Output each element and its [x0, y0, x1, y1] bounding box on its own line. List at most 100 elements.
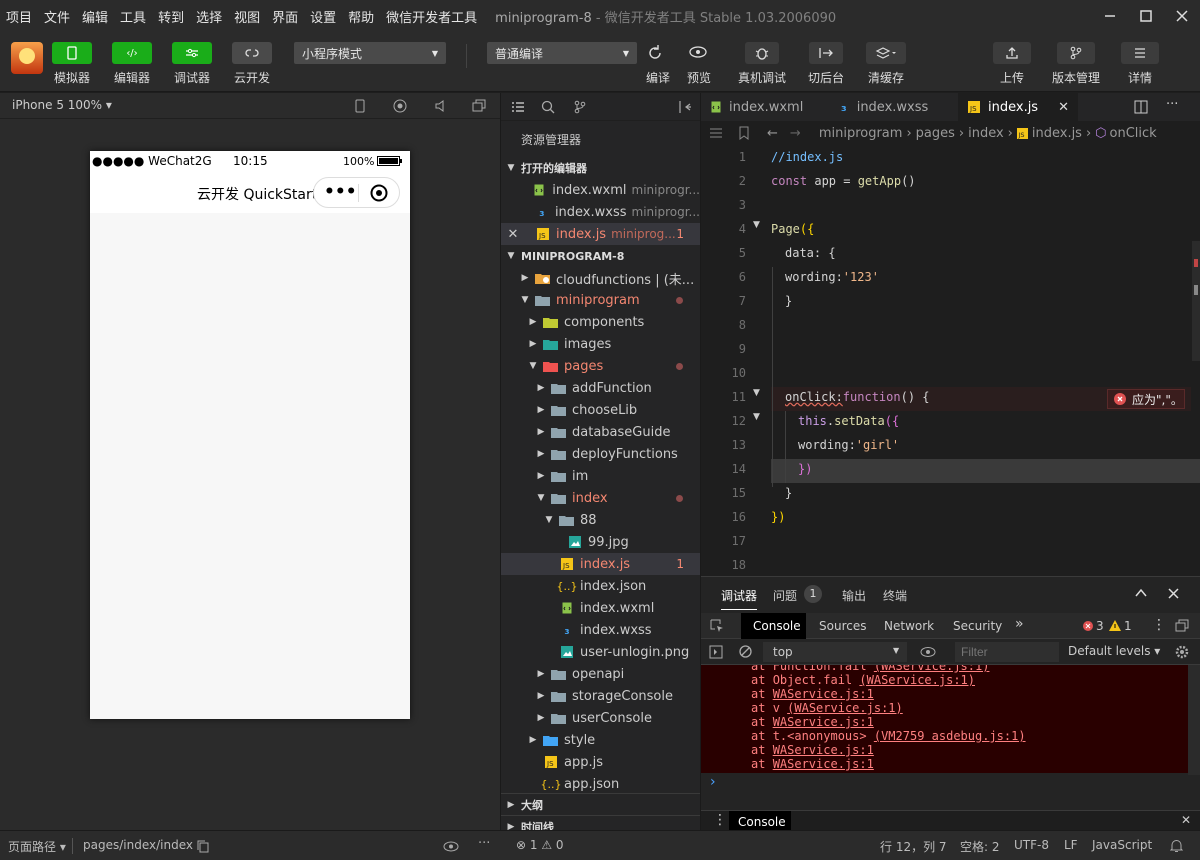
- tab-terminal[interactable]: 终端: [883, 587, 907, 604]
- tab-problems[interactable]: 问题: [773, 587, 797, 604]
- bell-icon[interactable]: [1170, 839, 1183, 853]
- editor-button[interactable]: ‹/›: [112, 42, 152, 64]
- console-scrollbar[interactable]: [1188, 665, 1200, 775]
- tree-pages[interactable]: ▼ pages: [501, 355, 700, 377]
- tree-openapi[interactable]: ▶ openapi: [501, 663, 700, 685]
- tree-style[interactable]: ▶ style: [501, 729, 700, 751]
- menu-view[interactable]: 视图: [228, 7, 266, 26]
- close-tab-icon[interactable]: ✕: [1058, 100, 1069, 115]
- fold-chevron-icon[interactable]: ▼: [753, 220, 760, 230]
- version-button[interactable]: [1057, 42, 1095, 64]
- clear-cache-button[interactable]: [866, 42, 906, 64]
- tree-index-folder[interactable]: ▼ index: [501, 487, 700, 509]
- menu-edit[interactable]: 编辑: [76, 7, 114, 26]
- more-tabs-icon[interactable]: »: [1015, 616, 1024, 632]
- upload-button[interactable]: [993, 42, 1031, 64]
- drawer-close-icon[interactable]: ✕: [1181, 813, 1191, 827]
- menu-interface[interactable]: 界面: [266, 7, 304, 26]
- menu-tools[interactable]: 工具: [114, 7, 152, 26]
- preview-button[interactable]: [688, 44, 712, 64]
- avatar[interactable]: [11, 42, 43, 74]
- fold-chevron-icon[interactable]: ▼: [753, 388, 760, 398]
- fold-chevron-icon[interactable]: ▼: [753, 412, 760, 422]
- menu-settings[interactable]: 设置: [304, 7, 342, 26]
- background-button[interactable]: [809, 42, 843, 64]
- language-mode[interactable]: JavaScript: [1092, 838, 1152, 852]
- stack-source-link[interactable]: (WAService.js:1): [859, 673, 975, 687]
- stack-source-link[interactable]: WAService.js:1: [773, 715, 874, 729]
- close-miniprogram-icon[interactable]: [370, 184, 388, 202]
- tab-index-wxss[interactable]: ₃ index.wxss: [831, 93, 958, 121]
- breadcrumb-item[interactable]: pages: [916, 126, 955, 141]
- more-dots-button[interactable]: •••: [324, 182, 357, 202]
- settings-gear-icon[interactable]: [1175, 645, 1189, 659]
- search-icon[interactable]: [541, 100, 555, 114]
- menu-project[interactable]: 项目: [0, 7, 38, 26]
- open-editors-header[interactable]: ▼ 打开的编辑器: [501, 157, 700, 179]
- back-arrow-icon[interactable]: ←: [767, 126, 778, 141]
- filter-text-field[interactable]: [955, 642, 1059, 662]
- breadcrumb-item[interactable]: miniprogram: [819, 126, 903, 141]
- drawer-menu-icon[interactable]: ⋮: [713, 812, 727, 828]
- close-icon[interactable]: ✕: [503, 227, 523, 242]
- stack-source-link[interactable]: WAService.js:1: [773, 687, 874, 701]
- copy-icon[interactable]: [197, 840, 209, 853]
- simulator-button[interactable]: [52, 42, 92, 64]
- open-file-index-wxml[interactable]: index.wxml miniprogr...: [501, 179, 700, 201]
- volume-icon[interactable]: [434, 99, 448, 113]
- stack-source-link[interactable]: WAService.js:1: [773, 743, 874, 757]
- filter-input[interactable]: [955, 642, 1059, 662]
- end-of-line[interactable]: LF: [1064, 838, 1078, 852]
- stack-source-link[interactable]: WAService.js:1: [773, 757, 874, 771]
- more-actions-icon[interactable]: ···: [478, 836, 490, 851]
- maximize-button[interactable]: [1128, 0, 1164, 32]
- tree-im[interactable]: ▶ im: [501, 465, 700, 487]
- details-button[interactable]: [1121, 42, 1159, 64]
- breadcrumb-item[interactable]: index: [968, 126, 1004, 141]
- encoding[interactable]: UTF-8: [1014, 838, 1049, 852]
- project-header[interactable]: ▼ MINIPROGRAM-8: [501, 245, 700, 267]
- breadcrumb-item[interactable]: onClick: [1110, 126, 1157, 141]
- split-editor-icon[interactable]: [1134, 100, 1148, 114]
- eye-icon[interactable]: [920, 646, 936, 658]
- tree-storageConsole[interactable]: ▶ storageConsole: [501, 685, 700, 707]
- kebab-menu-icon[interactable]: ⋮: [1152, 617, 1166, 633]
- console-prompt[interactable]: ›: [710, 774, 716, 790]
- stack-source-link[interactable]: (WAService.js:1): [787, 701, 903, 715]
- compile-button[interactable]: [646, 44, 670, 64]
- clear-console-icon[interactable]: [739, 645, 752, 658]
- tree-userConsole[interactable]: ▶ userConsole: [501, 707, 700, 729]
- tree-folder-88[interactable]: ▼ 88: [501, 509, 700, 531]
- tree-user-unlogin[interactable]: user-unlogin.png: [501, 641, 700, 663]
- devtab-sources[interactable]: Sources: [819, 619, 866, 633]
- close-icon[interactable]: [1168, 588, 1179, 599]
- tree-99-jpg[interactable]: 99.jpg: [501, 531, 700, 553]
- rotate-phone-icon[interactable]: [355, 99, 365, 113]
- minimize-button[interactable]: [1092, 0, 1128, 32]
- inspect-element-icon[interactable]: [710, 619, 724, 633]
- tree-cloudfunctions[interactable]: ▶ cloudfunctions | (未...: [501, 267, 700, 289]
- phone-screen[interactable]: ●●●●● WeChat2G 10:15 100% 云开发 QuickStart…: [90, 151, 410, 719]
- tree-databaseGuide[interactable]: ▶ databaseGuide: [501, 421, 700, 443]
- scrollbar[interactable]: [1192, 241, 1200, 361]
- menu-goto[interactable]: 转到: [152, 7, 190, 26]
- tree-deployFunctions[interactable]: ▶ deployFunctions: [501, 443, 700, 465]
- error-hint[interactable]: 应为","。: [1107, 389, 1185, 409]
- tab-output[interactable]: 输出: [842, 587, 866, 604]
- list-icon[interactable]: [709, 127, 723, 139]
- menu-wechat-devtools[interactable]: 微信开发者工具: [380, 7, 483, 26]
- outline-header[interactable]: ▶ 大纲: [501, 793, 700, 815]
- compile-select[interactable]: 普通编译 ▼: [487, 42, 637, 64]
- tree-addFunction[interactable]: ▶ addFunction: [501, 377, 700, 399]
- scroll-thumb[interactable]: [1194, 285, 1198, 295]
- log-levels-select[interactable]: Default levels ▾: [1068, 644, 1160, 658]
- tree-images[interactable]: ▶ images: [501, 333, 700, 355]
- tree-miniprogram[interactable]: ▼ miniprogram: [501, 289, 700, 311]
- devtab-network[interactable]: Network: [884, 619, 934, 633]
- device-select[interactable]: iPhone 5 100% ▾: [12, 98, 112, 112]
- tab-index-js[interactable]: JS index.js ✕: [958, 93, 1078, 121]
- chevron-up-icon[interactable]: [1135, 588, 1147, 598]
- detach-window-icon[interactable]: [472, 99, 486, 113]
- tab-index-wxml[interactable]: index.wxml: [701, 93, 829, 121]
- cursor-position[interactable]: 行 12，列 7: [880, 838, 947, 855]
